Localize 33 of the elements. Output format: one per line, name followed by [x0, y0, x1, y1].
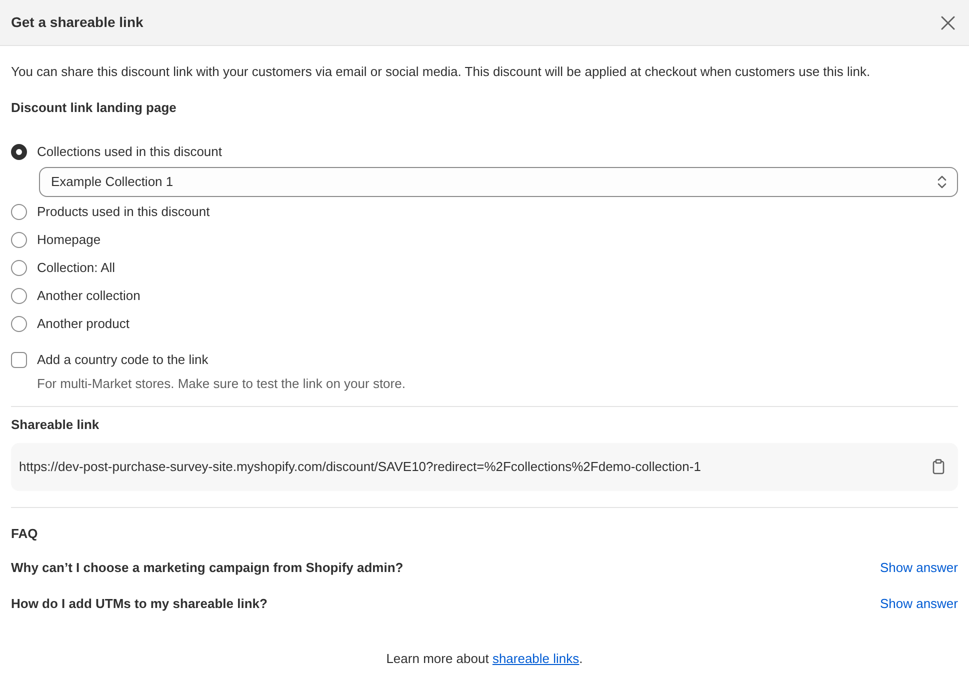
show-answer-link[interactable]: Show answer	[880, 558, 958, 578]
radio-label[interactable]: Collections used in this discount	[37, 142, 222, 162]
radio-label[interactable]: Products used in this discount	[37, 202, 210, 222]
help-text: For multi-Market stores. Make sure to test the link on your store.	[37, 375, 406, 393]
clipboard-icon	[932, 459, 944, 475]
radio-label[interactable]: Another product	[37, 314, 130, 334]
select-value: Example Collection 1	[51, 173, 174, 191]
chevron-up-down-icon	[937, 175, 947, 189]
section-heading: Discount link landing page	[11, 99, 178, 117]
section-heading: Shareable link	[11, 416, 100, 434]
checkbox-label[interactable]: Add a country code to the link	[37, 350, 208, 370]
radio-button[interactable]	[11, 204, 27, 220]
faq-question: Why can’t I choose a marketing campaign from Shopify admin?	[11, 559, 404, 577]
radio-label[interactable]: Homepage	[37, 230, 101, 250]
checkbox[interactable]	[11, 352, 27, 368]
radio-label[interactable]: Another collection	[37, 286, 140, 306]
intro-text: You can share this discount link with your customers via email or social media. This discount will be applied at checkout when customers use this link.	[11, 63, 872, 81]
radio-button[interactable]	[11, 260, 27, 276]
radio-button[interactable]	[11, 316, 27, 332]
link-url: https://dev-post-purchase-survey-site.myshopify.com/discount/SAVE10?redirect=%2Fcollections%2Fdemo-collection-1	[19, 458, 701, 476]
radio-button[interactable]	[11, 144, 27, 160]
shareable-links-link[interactable]: shareable links	[492, 651, 580, 666]
collection-select[interactable]: Example Collection 1	[39, 167, 958, 197]
footer-text: Learn more about shareable links.	[385, 650, 584, 668]
dialog-title: Get a shareable link	[11, 14, 144, 31]
radio-label[interactable]: Collection: All	[37, 258, 116, 278]
section-heading: FAQ	[11, 525, 39, 543]
radio-button[interactable]	[11, 288, 27, 304]
link-field[interactable]: https://dev-post-purchase-survey-site.myshopify.com/discount/SAVE10?redirect=%2Fcollections%2Fdemo-collection-1	[11, 443, 958, 491]
faq-question: How do I add UTMs to my shareable link?	[11, 595, 268, 613]
radio-button[interactable]	[11, 232, 27, 248]
close-icon	[941, 16, 955, 30]
show-answer-link[interactable]: Show answer	[880, 594, 958, 614]
